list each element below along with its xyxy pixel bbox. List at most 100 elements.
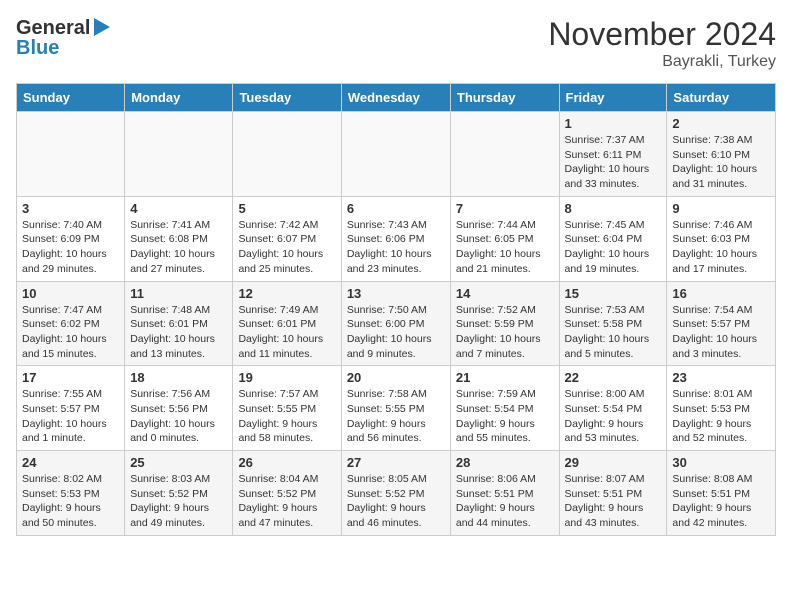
calendar-body: 1 Sunrise: 7:37 AM Sunset: 6:11 PM Daylig…	[17, 112, 776, 536]
calendar-cell: 7 Sunrise: 7:44 AM Sunset: 6:05 PM Daylig…	[450, 196, 559, 281]
calendar-cell: 29Sunrise: 8:07 AM Sunset: 5:51 PM Dayli…	[559, 451, 667, 536]
calendar-cell: 9 Sunrise: 7:46 AM Sunset: 6:03 PM Daylig…	[667, 196, 776, 281]
day-info: Sunrise: 7:38 AM Sunset: 6:10 PM Dayligh…	[672, 133, 770, 192]
day-info: Sunrise: 7:50 AM Sunset: 6:00 PM Dayligh…	[347, 303, 445, 362]
logo-blue-text: Blue	[16, 37, 59, 60]
day-info: Sunrise: 7:55 AM Sunset: 5:57 PM Dayligh…	[22, 387, 119, 446]
calendar-cell: 24 Sunrise: 8:02 AM Sunset: 5:53 PM Dayli…	[17, 451, 125, 536]
day-info: Sunrise: 7:54 AM Sunset: 5:57 PM Dayligh…	[672, 303, 770, 362]
calendar-cell: 1 Sunrise: 7:37 AM Sunset: 6:11 PM Daylig…	[559, 112, 667, 197]
day-info: Sunrise: 7:49 AM Sunset: 6:01 PM Dayligh…	[238, 303, 335, 362]
calendar-cell: 11Sunrise: 7:48 AM Sunset: 6:01 PM Dayli…	[125, 281, 233, 366]
page-header: General Blue November 2024 Bayrakli, Tur…	[16, 16, 776, 71]
day-info: Sunrise: 7:45 AM Sunset: 6:04 PM Dayligh…	[565, 218, 662, 277]
calendar-cell: 20 Sunrise: 7:58 AM Sunset: 5:55 PM Dayli…	[341, 366, 450, 451]
calendar-week-row: 24 Sunrise: 8:02 AM Sunset: 5:53 PM Dayli…	[17, 451, 776, 536]
day-info: Sunrise: 8:02 AM Sunset: 5:53 PM Dayligh…	[22, 472, 119, 531]
day-number: 6	[347, 201, 445, 216]
day-info: Sunrise: 8:08 AM Sunset: 5:51 PM Dayligh…	[672, 472, 770, 531]
day-info: Sunrise: 7:57 AM Sunset: 5:55 PM Dayligh…	[238, 387, 335, 446]
calendar-week-row: 1 Sunrise: 7:37 AM Sunset: 6:11 PM Daylig…	[17, 112, 776, 197]
day-number: 16	[672, 286, 770, 301]
day-info: Sunrise: 7:42 AM Sunset: 6:07 PM Dayligh…	[238, 218, 335, 277]
day-number: 9	[672, 201, 770, 216]
calendar-cell: 13 Sunrise: 7:50 AM Sunset: 6:00 PM Dayli…	[341, 281, 450, 366]
day-number: 20	[347, 370, 445, 385]
day-number: 8	[565, 201, 662, 216]
day-info: Sunrise: 8:03 AM Sunset: 5:52 PM Dayligh…	[130, 472, 227, 531]
day-info: Sunrise: 7:47 AM Sunset: 6:02 PM Dayligh…	[22, 303, 119, 362]
day-number: 1	[565, 116, 662, 131]
calendar-cell: 10 Sunrise: 7:47 AM Sunset: 6:02 PM Dayli…	[17, 281, 125, 366]
calendar-cell: 27Sunrise: 8:05 AM Sunset: 5:52 PM Dayli…	[341, 451, 450, 536]
calendar-cell: 14 Sunrise: 7:52 AM Sunset: 5:59 PM Dayli…	[450, 281, 559, 366]
calendar-cell: 16 Sunrise: 7:54 AM Sunset: 5:57 PM Dayli…	[667, 281, 776, 366]
calendar-week-row: 10 Sunrise: 7:47 AM Sunset: 6:02 PM Dayli…	[17, 281, 776, 366]
weekday-header-friday: Friday	[559, 84, 667, 112]
calendar-cell: 23Sunrise: 8:01 AM Sunset: 5:53 PM Dayli…	[667, 366, 776, 451]
day-number: 24	[22, 455, 119, 470]
day-info: Sunrise: 8:07 AM Sunset: 5:51 PM Dayligh…	[565, 472, 662, 531]
calendar-cell	[17, 112, 125, 197]
calendar-cell: 15Sunrise: 7:53 AM Sunset: 5:58 PM Dayli…	[559, 281, 667, 366]
weekday-header-tuesday: Tuesday	[233, 84, 341, 112]
day-number: 19	[238, 370, 335, 385]
day-number: 21	[456, 370, 554, 385]
day-info: Sunrise: 8:04 AM Sunset: 5:52 PM Dayligh…	[238, 472, 335, 531]
day-number: 2	[672, 116, 770, 131]
day-info: Sunrise: 7:43 AM Sunset: 6:06 PM Dayligh…	[347, 218, 445, 277]
weekday-header-saturday: Saturday	[667, 84, 776, 112]
day-number: 5	[238, 201, 335, 216]
logo-flag-icon	[94, 18, 110, 41]
day-number: 13	[347, 286, 445, 301]
day-number: 14	[456, 286, 554, 301]
day-number: 11	[130, 286, 227, 301]
calendar-cell: 30 Sunrise: 8:08 AM Sunset: 5:51 PM Dayli…	[667, 451, 776, 536]
day-info: Sunrise: 7:41 AM Sunset: 6:08 PM Dayligh…	[130, 218, 227, 277]
day-info: Sunrise: 7:44 AM Sunset: 6:05 PM Dayligh…	[456, 218, 554, 277]
day-number: 10	[22, 286, 119, 301]
calendar-cell: 19 Sunrise: 7:57 AM Sunset: 5:55 PM Dayli…	[233, 366, 341, 451]
calendar-header: SundayMondayTuesdayWednesdayThursdayFrid…	[17, 84, 776, 112]
day-info: Sunrise: 8:01 AM Sunset: 5:53 PM Dayligh…	[672, 387, 770, 446]
day-number: 4	[130, 201, 227, 216]
calendar-cell: 2 Sunrise: 7:38 AM Sunset: 6:10 PM Daylig…	[667, 112, 776, 197]
calendar-cell: 12 Sunrise: 7:49 AM Sunset: 6:01 PM Dayli…	[233, 281, 341, 366]
weekday-header-sunday: Sunday	[17, 84, 125, 112]
calendar-cell	[450, 112, 559, 197]
day-number: 26	[238, 455, 335, 470]
day-number: 17	[22, 370, 119, 385]
calendar-cell	[125, 112, 233, 197]
page-title: November 2024	[548, 16, 776, 53]
day-info: Sunrise: 7:40 AM Sunset: 6:09 PM Dayligh…	[22, 218, 119, 277]
day-number: 28	[456, 455, 554, 470]
day-info: Sunrise: 7:59 AM Sunset: 5:54 PM Dayligh…	[456, 387, 554, 446]
day-number: 12	[238, 286, 335, 301]
title-block: November 2024 Bayrakli, Turkey	[548, 16, 776, 71]
day-number: 22	[565, 370, 662, 385]
logo: General Blue	[16, 16, 110, 60]
calendar-cell	[233, 112, 341, 197]
day-number: 3	[22, 201, 119, 216]
calendar-table: SundayMondayTuesdayWednesdayThursdayFrid…	[16, 83, 776, 536]
calendar-cell: 26 Sunrise: 8:04 AM Sunset: 5:52 PM Dayli…	[233, 451, 341, 536]
day-number: 7	[456, 201, 554, 216]
day-info: Sunrise: 7:46 AM Sunset: 6:03 PM Dayligh…	[672, 218, 770, 277]
calendar-cell	[341, 112, 450, 197]
calendar-cell: 28Sunrise: 8:06 AM Sunset: 5:51 PM Dayli…	[450, 451, 559, 536]
day-info: Sunrise: 7:37 AM Sunset: 6:11 PM Dayligh…	[565, 133, 662, 192]
calendar-cell: 22 Sunrise: 8:00 AM Sunset: 5:54 PM Dayli…	[559, 366, 667, 451]
day-number: 15	[565, 286, 662, 301]
day-info: Sunrise: 8:00 AM Sunset: 5:54 PM Dayligh…	[565, 387, 662, 446]
calendar-cell: 5 Sunrise: 7:42 AM Sunset: 6:07 PM Daylig…	[233, 196, 341, 281]
day-info: Sunrise: 7:58 AM Sunset: 5:55 PM Dayligh…	[347, 387, 445, 446]
calendar-cell: 25Sunrise: 8:03 AM Sunset: 5:52 PM Dayli…	[125, 451, 233, 536]
day-info: Sunrise: 7:52 AM Sunset: 5:59 PM Dayligh…	[456, 303, 554, 362]
calendar-week-row: 17 Sunrise: 7:55 AM Sunset: 5:57 PM Dayli…	[17, 366, 776, 451]
calendar-cell: 3 Sunrise: 7:40 AM Sunset: 6:09 PM Daylig…	[17, 196, 125, 281]
calendar-cell: 6 Sunrise: 7:43 AM Sunset: 6:06 PM Daylig…	[341, 196, 450, 281]
weekday-header-monday: Monday	[125, 84, 233, 112]
calendar-cell: 18Sunrise: 7:56 AM Sunset: 5:56 PM Dayli…	[125, 366, 233, 451]
day-number: 30	[672, 455, 770, 470]
day-number: 18	[130, 370, 227, 385]
